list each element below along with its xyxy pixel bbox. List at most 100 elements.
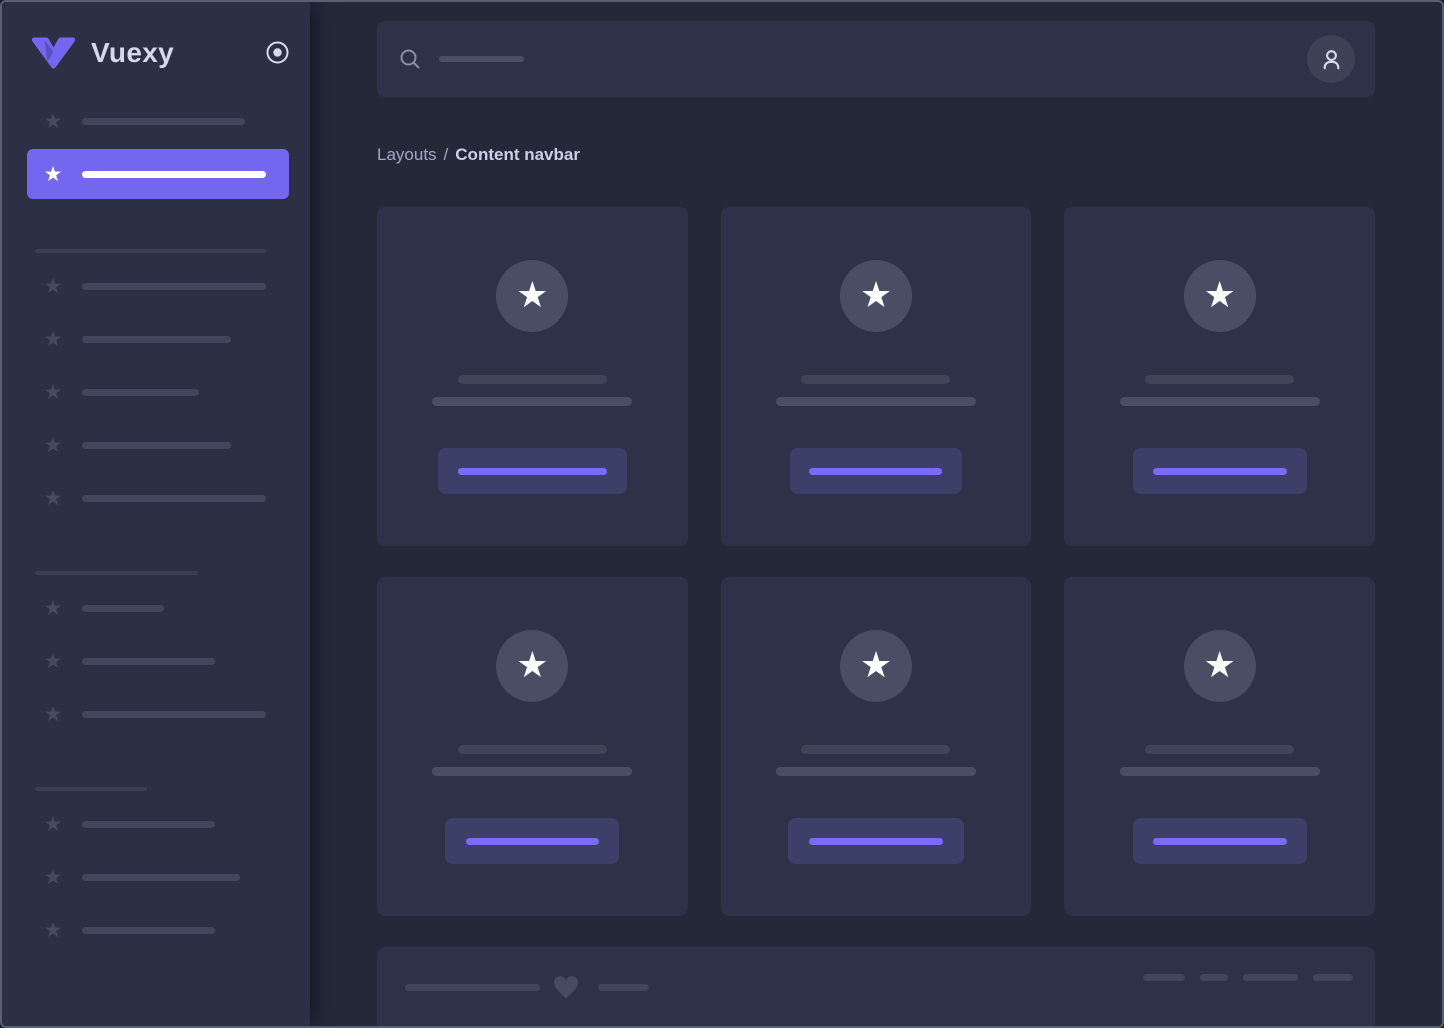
sidebar-item[interactable]: ★ <box>2 260 310 313</box>
label-placeholder-bar <box>82 171 266 178</box>
card-text-placeholder-bar <box>776 397 976 406</box>
card-avatar-circle: ★ <box>496 630 568 702</box>
card-avatar-circle: ★ <box>840 630 912 702</box>
card-grid: ★ ★ ★ ★ ★ ★ <box>377 207 1375 916</box>
user-icon <box>1319 47 1344 72</box>
star-icon: ★ <box>38 867 68 888</box>
sidebar-item[interactable]: ★ <box>2 366 310 419</box>
breadcrumb-link-layouts[interactable]: Layouts <box>377 145 437 165</box>
search-bar[interactable] <box>399 48 1307 70</box>
star-icon: ★ <box>38 651 68 672</box>
sidebar-item[interactable]: ★ <box>2 851 310 904</box>
card-button[interactable] <box>1133 818 1307 864</box>
user-avatar[interactable] <box>1307 35 1355 83</box>
star-icon: ★ <box>38 920 68 941</box>
card-title-placeholder-bar <box>458 375 607 384</box>
card-text-placeholder-bar <box>776 767 976 776</box>
card-title-placeholder-bar <box>801 375 950 384</box>
footer-placeholder-bar <box>1243 974 1298 981</box>
brand-title: Vuexy <box>91 37 174 69</box>
card-title-placeholder-bar <box>1145 745 1294 754</box>
card-text-placeholder-bar <box>1120 767 1320 776</box>
star-icon: ★ <box>860 277 892 316</box>
card-avatar-circle: ★ <box>840 260 912 332</box>
search-placeholder-bar <box>439 56 524 62</box>
button-label-placeholder-bar <box>458 468 607 475</box>
placeholder-card: ★ <box>377 207 688 546</box>
nav-pin-toggle-icon[interactable] <box>265 40 290 65</box>
label-placeholder-bar <box>82 283 266 290</box>
star-icon: ★ <box>38 382 68 403</box>
button-label-placeholder-bar <box>809 838 943 845</box>
sidebar-item[interactable]: ★ <box>2 798 310 851</box>
card-button[interactable] <box>445 818 619 864</box>
button-label-placeholder-bar <box>809 468 942 475</box>
star-icon: ★ <box>38 598 68 619</box>
placeholder-card: ★ <box>377 577 688 916</box>
star-icon: ★ <box>1204 647 1236 686</box>
star-icon: ★ <box>38 164 68 185</box>
app-window: Vuexy ★ ★ ★ ★ ★ ★ ★ ★ ★ ★ ★ ★ ★ <box>0 0 1444 1028</box>
sidebar-item[interactable]: ★ <box>2 688 310 741</box>
card-text-placeholder-bar <box>432 767 632 776</box>
nav-section-divider <box>35 249 266 253</box>
star-icon: ★ <box>38 488 68 509</box>
star-icon: ★ <box>38 814 68 835</box>
card-button[interactable] <box>790 448 962 494</box>
footer-placeholder-bar <box>598 984 649 991</box>
sidebar-item[interactable]: ★ <box>2 635 310 688</box>
star-icon: ★ <box>860 647 892 686</box>
label-placeholder-bar <box>82 118 245 125</box>
label-placeholder-bar <box>82 336 231 343</box>
star-icon: ★ <box>38 704 68 725</box>
label-placeholder-bar <box>82 658 215 665</box>
sidebar-nav: ★ ★ ★ ★ ★ ★ ★ ★ ★ ★ ★ ★ ★ <box>2 95 310 957</box>
sidebar-item[interactable]: ★ <box>2 472 310 525</box>
card-button[interactable] <box>788 818 964 864</box>
main-content: Layouts / Content navbar ★★★★★★ <box>310 2 1442 1026</box>
footer-placeholder-bar <box>1313 974 1353 981</box>
brand: Vuexy <box>2 2 310 95</box>
placeholder-card: ★ <box>1064 207 1375 546</box>
placeholder-card: ★ <box>721 577 1032 916</box>
nav-section-divider <box>35 787 147 791</box>
card-title-placeholder-bar <box>458 745 607 754</box>
top-navbar <box>377 21 1375 97</box>
sidebar-item[interactable]: ★ <box>2 582 310 635</box>
label-placeholder-bar <box>82 927 215 934</box>
star-icon: ★ <box>1204 277 1236 316</box>
label-placeholder-bar <box>82 874 240 881</box>
button-label-placeholder-bar <box>466 838 599 845</box>
star-icon: ★ <box>38 329 68 350</box>
label-placeholder-bar <box>82 389 199 396</box>
card-avatar-circle: ★ <box>496 260 568 332</box>
card-title-placeholder-bar <box>1145 375 1294 384</box>
button-label-placeholder-bar <box>1153 838 1287 845</box>
label-placeholder-bar <box>82 605 164 612</box>
nav-section-divider <box>35 571 198 575</box>
footer-left-group <box>405 974 649 1000</box>
sidebar-item[interactable]: ★ <box>2 313 310 366</box>
sidebar: Vuexy ★ ★ ★ ★ ★ ★ ★ ★ ★ ★ ★ ★ ★ <box>2 2 310 1026</box>
footer <box>377 947 1375 1028</box>
label-placeholder-bar <box>82 442 231 449</box>
card-text-placeholder-bar <box>1120 397 1320 406</box>
sidebar-item[interactable]: ★ <box>2 95 310 148</box>
card-text-placeholder-bar <box>432 397 632 406</box>
sidebar-item[interactable]: ★ <box>2 419 310 472</box>
sidebar-item-active[interactable]: ★ <box>27 149 289 199</box>
sidebar-item[interactable]: ★ <box>2 904 310 957</box>
card-button[interactable] <box>1133 448 1307 494</box>
footer-placeholder-bar <box>1143 974 1185 981</box>
star-icon: ★ <box>516 647 548 686</box>
card-button[interactable] <box>438 448 627 494</box>
star-icon: ★ <box>38 111 68 132</box>
label-placeholder-bar <box>82 495 266 502</box>
card-avatar-circle: ★ <box>1184 260 1256 332</box>
placeholder-card: ★ <box>1064 577 1375 916</box>
card-avatar-circle: ★ <box>1184 630 1256 702</box>
footer-placeholder-bar <box>1200 974 1228 981</box>
breadcrumb-current: Content navbar <box>455 145 580 165</box>
label-placeholder-bar <box>82 821 215 828</box>
star-icon: ★ <box>38 435 68 456</box>
